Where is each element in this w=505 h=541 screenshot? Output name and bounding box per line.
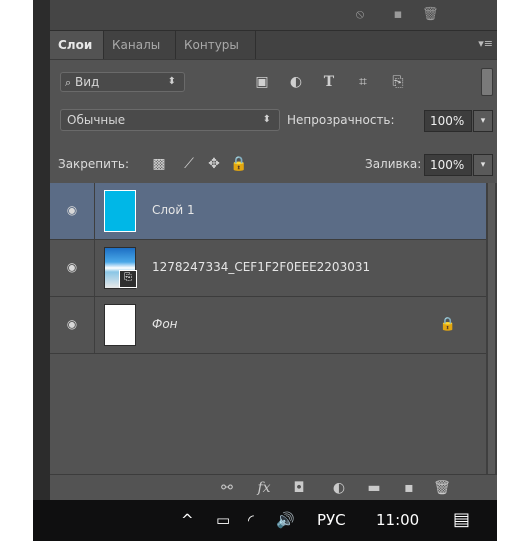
fill-input[interactable]: 100% <box>424 154 472 176</box>
opacity-label: Непрозрачность: <box>287 113 395 127</box>
trash-icon[interactable]: 🗑 <box>422 7 439 23</box>
opacity-input[interactable]: 100% <box>424 110 472 132</box>
smart-object-badge-icon: ⎘ <box>119 270 137 288</box>
tab-channels[interactable]: Каналы <box>104 31 176 59</box>
fill-slider-button[interactable]: ▾ <box>473 154 493 176</box>
scrollbar-thumb[interactable] <box>488 183 495 474</box>
layer-name: Слой 1 <box>152 203 195 217</box>
wifi-icon[interactable]: ◜ <box>248 511 254 529</box>
fill-label: Заливка: <box>365 157 422 171</box>
visibility-eye-icon[interactable]: ◉ <box>65 203 79 217</box>
battery-icon[interactable]: ▭ <box>216 511 230 529</box>
blend-row: Обычные ⬍ Непрозрачность: 100% ▾ <box>50 103 497 137</box>
trash-icon[interactable]: 🗑 <box>433 479 451 497</box>
visibility-eye-icon[interactable]: ◉ <box>65 260 79 274</box>
notification-center-icon[interactable]: ▤ <box>453 511 470 529</box>
lock-all-icon[interactable]: 🔒 <box>230 155 248 173</box>
layers-panel: ⦸ ▪ 🗑 Слои Каналы Контуры ▾≡ ⌕ Вид ⬍ ▣ ◐… <box>50 0 497 500</box>
blend-mode-dropdown[interactable]: Обычные ⬍ <box>60 109 280 131</box>
windows-taskbar: ^ ▭ ◜ 🔊 РУС 11:00 ▤ <box>33 500 497 541</box>
image-filter-icon[interactable]: ▣ <box>253 73 271 91</box>
layer-thumbnail <box>104 304 136 346</box>
visibility-eye-icon[interactable]: ◉ <box>65 317 79 331</box>
right-margin <box>497 0 505 541</box>
lock-brush-icon[interactable]: ⟋ <box>180 155 198 173</box>
fx-icon[interactable]: fx <box>255 479 273 497</box>
layers-scrollbar[interactable] <box>486 183 497 474</box>
layer-thumbnail: ⎘ <box>104 247 137 289</box>
blend-mode-label: Обычные <box>67 113 126 127</box>
layer-row-smart-object[interactable]: ◉ ⎘ 1278247334_CEF1F2F0EEE2203031 <box>50 240 486 297</box>
left-margin <box>0 0 33 541</box>
volume-icon[interactable]: 🔊 <box>276 511 295 529</box>
smart-object-filter-icon[interactable]: ⎘ <box>389 73 407 91</box>
dropdown-arrow-icon: ⬍ <box>167 76 176 87</box>
layer-lock-icon: 🔒 <box>439 317 456 332</box>
filter-kind-dropdown[interactable]: ⌕ Вид ⬍ <box>60 72 185 92</box>
dock-strip <box>33 0 50 500</box>
link-layers-icon[interactable]: ⚯ <box>218 479 236 497</box>
lock-position-icon[interactable]: ✥ <box>205 155 223 173</box>
no-entry-icon[interactable]: ⦸ <box>352 7 368 23</box>
filter-kind-label: Вид <box>75 75 100 89</box>
layer-divider <box>94 297 95 353</box>
layer-divider <box>94 183 95 239</box>
layer-divider <box>94 240 95 296</box>
show-hidden-icons-chevron[interactable]: ^ <box>181 511 194 529</box>
new-document-icon[interactable]: ▪ <box>390 7 406 23</box>
type-filter-icon[interactable]: T <box>320 73 338 91</box>
lock-transparency-icon[interactable]: ▩ <box>150 155 168 173</box>
folder-icon[interactable]: ▬ <box>365 479 383 497</box>
layer-name: Фон <box>152 317 178 331</box>
input-language[interactable]: РУС <box>317 511 346 529</box>
search-icon: ⌕ <box>65 76 72 89</box>
layer-row-background[interactable]: ◉ Фон 🔒 <box>50 297 486 354</box>
dropdown-arrow-icon: ⬍ <box>262 114 271 125</box>
tab-layers[interactable]: Слои <box>50 31 104 59</box>
panel-bottom-bar: ⚯ fx ◘ ◐ ▬ ▪ 🗑 <box>50 474 497 500</box>
panel-menu-icon[interactable]: ▾≡ <box>478 37 493 50</box>
lock-row: Закрепить: ▩ ⟋ ✥ 🔒 Заливка: 100% ▾ <box>50 147 497 181</box>
panel-top-bar: ⦸ ▪ 🗑 <box>50 0 497 31</box>
adjustment-filter-icon[interactable]: ◐ <box>287 73 305 91</box>
opacity-slider-button[interactable]: ▾ <box>473 110 493 132</box>
lock-label: Закрепить: <box>58 157 130 171</box>
layer-name: 1278247334_CEF1F2F0EEE2203031 <box>152 260 371 274</box>
layer-row-sloy1[interactable]: ◉ Слой 1 <box>50 183 486 240</box>
layer-thumbnail <box>104 190 136 232</box>
tab-paths[interactable]: Контуры <box>176 31 256 59</box>
photoshop-layers-window: ⦸ ▪ 🗑 Слои Каналы Контуры ▾≡ ⌕ Вид ⬍ ▣ ◐… <box>0 0 505 541</box>
new-layer-icon[interactable]: ▪ <box>400 479 418 497</box>
clock-time[interactable]: 11:00 <box>376 511 419 529</box>
mask-icon[interactable]: ◘ <box>290 479 308 497</box>
layers-list: ◉ Слой 1 ◉ ⎘ 1278247334_CEF1F2F0EEE22030… <box>50 183 486 474</box>
filter-row: ⌕ Вид ⬍ ▣ ◐ T ⌗ ⎘ <box>50 60 497 100</box>
filter-toggle[interactable] <box>481 68 493 96</box>
shape-filter-icon[interactable]: ⌗ <box>354 73 372 91</box>
panel-tabs: Слои Каналы Контуры ▾≡ <box>50 31 497 60</box>
adjustment-layer-icon[interactable]: ◐ <box>330 479 348 497</box>
